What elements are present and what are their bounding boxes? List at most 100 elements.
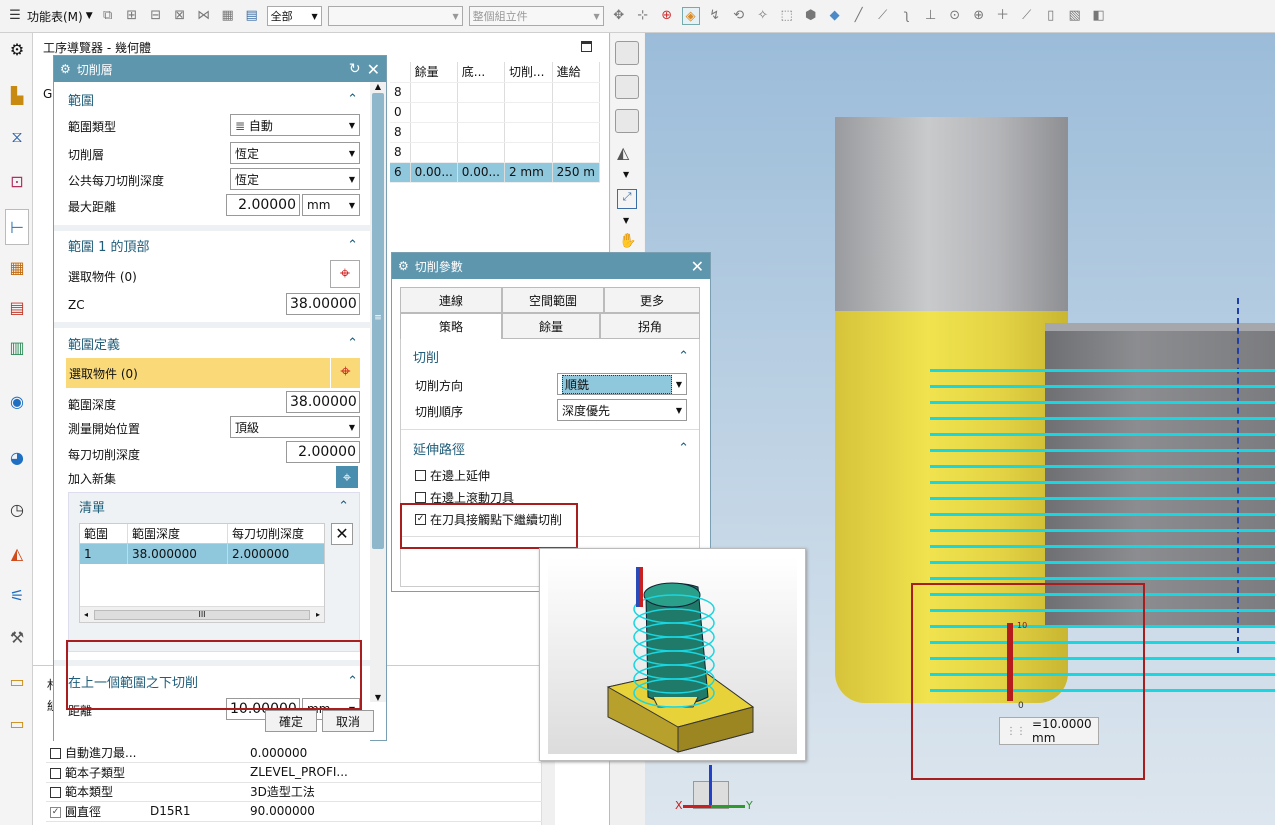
section-extend-path[interactable]: 延伸路徑 ⌃ [403,439,699,458]
chevron-down-icon[interactable]: ▼ [623,170,629,179]
curve-icon[interactable]: ʅ [898,7,916,25]
line-icon[interactable]: ╱ [850,7,868,25]
hd3d-tools-icon[interactable]: ▥ [5,335,29,359]
cut-level-select[interactable]: 恆定 ▼ [230,142,360,164]
toolbar-icon-3[interactable]: ⊟ [147,7,165,25]
roll-tool-checkbox[interactable] [415,492,426,503]
ok-button[interactable]: 確定 [265,710,317,732]
measure-from-select[interactable]: 頂級 ▼ [230,416,360,438]
delete-button[interactable]: ✕ [331,523,353,545]
constraint-navigator-icon[interactable]: ⧖ [5,125,29,149]
dialog-scrollbar[interactable]: ▲ ≡ ▼ [370,82,386,702]
table-row[interactable]: 範本類型 3D造型工法 [46,782,542,802]
scroll-thumb[interactable]: ≡ [372,93,384,549]
hole-icon[interactable] [615,109,639,133]
filter-type-select[interactable]: 全部 ▼ [266,6,322,26]
extend-at-edges-option[interactable]: 在邊上延伸 [415,467,490,484]
section-list[interactable]: 清單 ⌃ [69,497,359,516]
grid-header-floor[interactable]: 底... [457,62,505,83]
table-row[interactable]: 8 [390,122,601,143]
zc-input[interactable]: 38.00000 [286,293,360,315]
snap-add-icon[interactable]: ⊕ [658,7,676,25]
table-row[interactable]: 8 [390,82,601,103]
menu-button[interactable]: ☰ 功能表(M) ▼ [6,7,92,25]
toolbar-icon-4[interactable]: ⊠ [171,7,189,25]
part-navigator-icon[interactable]: ⊡ [5,169,29,193]
table-row[interactable]: 範本子類型 ZLEVEL_PROFI... [46,762,542,783]
scroll-down-icon[interactable]: ▼ [370,693,386,702]
range-type-select[interactable]: ≣ 自動 ▼ [230,114,360,136]
operation-navigator-icon[interactable]: ⊢ [5,209,29,245]
snap-icon-4[interactable]: ⟲ [730,7,748,25]
prop-checkbox[interactable] [50,748,61,759]
tab-connection[interactable]: 連線 [400,287,502,313]
range-depth-input[interactable]: 38.00000 [286,391,360,413]
tab-more[interactable]: 更多 [604,287,700,313]
edge-icon[interactable]: ◭ [617,143,629,162]
section-range[interactable]: 範圍 ⌃ [58,90,368,109]
grid-header-feed[interactable]: 進給 [552,62,601,83]
range-select-object-row[interactable]: 選取物件 (0) [66,358,330,388]
max-distance-input[interactable]: 2.00000 [226,194,300,216]
history-icon[interactable]: ◕ [5,445,29,469]
table-row-selected[interactable]: 6 0.00... 0.00... 2 mm 250 m [390,162,601,183]
add-new-set-button[interactable]: ⌖ [336,466,358,488]
prop-checkbox[interactable] [50,767,61,779]
collapse-icon[interactable]: ⌃ [347,238,358,253]
list-item[interactable]: 1 38.000000 2.000000 [80,544,324,564]
scroll-up-icon[interactable]: ▲ [370,82,386,91]
snap-icon-5[interactable]: ✧ [754,7,772,25]
grid-header-stock[interactable]: 餘量 [410,62,458,83]
pan-hand-icon[interactable]: ✋ [619,233,636,249]
list-scrollbar[interactable]: ◂ III ▸ [80,606,324,622]
section-range-definition[interactable]: 範圍定義 ⌃ [58,334,368,353]
tab-stock[interactable]: 餘量 [502,313,600,339]
view-cube-icon[interactable]: ▧ [1066,7,1084,25]
toolbar-icon-1[interactable]: ⧉ [99,7,117,25]
max-distance-unit-select[interactable]: mm ▼ [302,194,360,216]
collapse-icon[interactable]: ⌃ [678,349,689,364]
snap-icon-1[interactable]: ✥ [610,7,628,25]
tangent-icon[interactable]: ⟋ [1018,7,1036,25]
section-cutting[interactable]: 切削 ⌃ [403,347,699,366]
fit-view-icon[interactable]: ⤢ [617,189,637,209]
line-icon-2[interactable]: ⟋ [874,7,892,25]
tab-containment[interactable]: 空間範圍 [502,287,604,313]
collapse-icon[interactable]: ⌃ [347,336,358,351]
clock-icon[interactable]: ◷ [5,497,29,521]
close-icon[interactable]: ✕ [367,60,380,79]
assembly-navigator-icon[interactable]: ▙ [5,83,29,107]
palette-icon[interactable]: ◭ [5,541,29,565]
prop-checkbox-checked[interactable]: ✓ [50,806,61,818]
solid-icon[interactable]: ⬢ [802,7,820,25]
page-icon[interactable]: ▯ [1042,7,1060,25]
role-icon-2[interactable]: ▭ [5,711,29,735]
crosshair-icon[interactable]: ⌖ [330,358,360,388]
scroll-thumb[interactable]: III [94,609,310,620]
table-row[interactable]: 8 [390,142,601,163]
filter-empty-select[interactable]: ▼ [327,6,463,26]
grid-header-cut[interactable]: 切削... [504,62,553,83]
circle-center-icon[interactable]: ⊙ [946,7,964,25]
assembly-scope-select[interactable]: 整個組立件 ▼ [468,6,604,26]
toolbar-icon-5[interactable]: ⋈ [195,7,213,25]
table-row[interactable]: 0 [390,102,601,123]
snap-icon-3[interactable]: ↯ [706,7,724,25]
perp-icon[interactable]: ⊥ [922,7,940,25]
database-icon[interactable]: ▤ [243,7,261,25]
section-range-top[interactable]: 範圍 1 的頂部 ⌃ [58,236,368,255]
cube-select-icon[interactable]: ◈ [681,7,700,25]
blend-icon[interactable] [615,75,639,99]
common-depth-select[interactable]: 恆定 ▼ [230,168,360,190]
web-browser-icon[interactable]: ◉ [5,389,29,413]
collapse-icon[interactable]: ⌃ [347,92,358,107]
collapse-icon[interactable]: ⌃ [678,441,689,456]
cancel-button[interactable]: 取消 [322,710,374,732]
role-icon-1[interactable]: ▭ [5,669,29,693]
robot-icon[interactable]: ⚒ [5,625,29,649]
toolbar-icon-6[interactable]: ▦ [219,7,237,25]
chevron-down-icon[interactable]: ▼ [623,216,629,225]
scroll-left-icon[interactable]: ◂ [84,610,88,619]
extend-at-edges-checkbox[interactable] [415,470,426,481]
view-icon[interactable]: ◧ [1090,7,1108,25]
